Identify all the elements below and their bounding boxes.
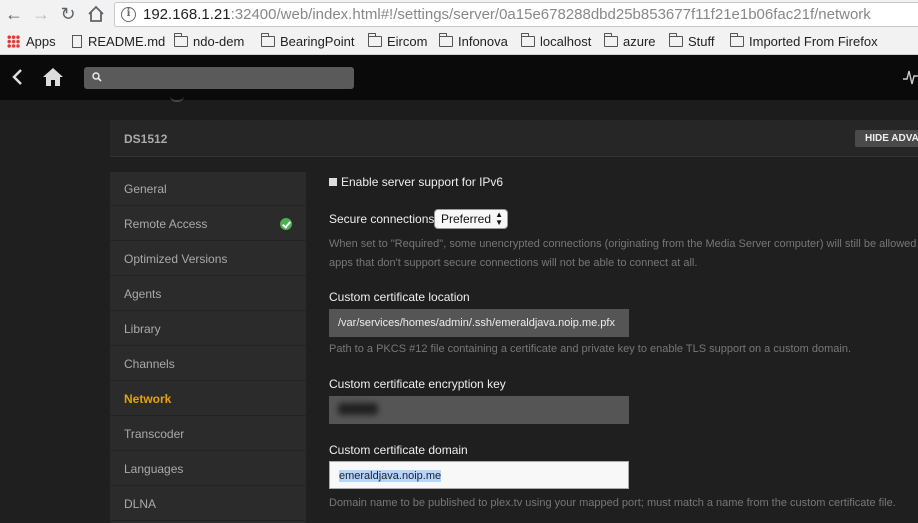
secure-connections-select[interactable]: Preferred ▲ ▼: [434, 209, 508, 229]
folder-icon: [603, 33, 618, 47]
sidebar-item-library[interactable]: Library: [110, 312, 306, 346]
cert-location-label: Custom certificate location: [329, 290, 470, 304]
sidebar-item-network[interactable]: Network: [110, 382, 306, 416]
browser-forward-icon[interactable]: →: [29, 3, 53, 25]
bookmark-ndo-dem[interactable]: ndo-dem: [173, 33, 244, 49]
sidebar-item-dlna[interactable]: DLNA: [110, 487, 306, 521]
url-path: :32400/web/index.html#!/settings/server/…: [230, 6, 871, 23]
bookmark-apps[interactable]: Apps: [7, 34, 56, 49]
ipv6-setting[interactable]: Enable server support for IPv6: [329, 175, 503, 189]
cert-domain-help: Domain name to be published to plex.tv u…: [329, 497, 896, 509]
secure-connections-label: Secure connections: [329, 212, 435, 226]
activity-icon[interactable]: [903, 68, 918, 86]
cert-key-input[interactable]: [329, 396, 629, 424]
cert-domain-input[interactable]: emeraldjava.noip.me: [329, 461, 629, 489]
sidebar-item-general[interactable]: General: [110, 172, 306, 206]
select-arrows-icon: ▲ ▼: [495, 210, 503, 227]
bookmarks-bar: Apps README.md ndo-dem BearingPoint Eirc…: [0, 29, 918, 55]
bookmark-bearingpoint[interactable]: BearingPoint: [260, 33, 354, 49]
folder-icon: [367, 33, 382, 47]
folder-icon: [520, 33, 535, 47]
bookmark-eircom[interactable]: Eircom: [367, 33, 427, 49]
server-header: DS1512 HIDE ADVANCED: [110, 120, 918, 157]
bookmark-azure[interactable]: azure: [603, 33, 656, 49]
bookmark-localhost[interactable]: localhost: [520, 33, 591, 49]
address-bar[interactable]: i 192.168.1.21:32400/web/index.html#!/se…: [114, 2, 918, 27]
sidebar-item-remote-access[interactable]: Remote Access: [110, 207, 306, 241]
network-settings-panel: Enable server support for IPv6 Secure co…: [306, 157, 918, 523]
cert-domain-label: Custom certificate domain: [329, 443, 468, 457]
browser-home-icon[interactable]: [84, 3, 108, 25]
check-icon: [280, 218, 292, 230]
server-name: DS1512: [124, 132, 168, 146]
sidebar-item-transcoder[interactable]: Transcoder: [110, 417, 306, 451]
browser-back-icon[interactable]: ←: [2, 3, 26, 25]
folder-icon: [260, 33, 275, 47]
bookmark-readme[interactable]: README.md: [72, 34, 165, 49]
folder-icon: [668, 33, 683, 47]
cert-location-input[interactable]: /var/services/homes/admin/.ssh/emeraldja…: [329, 309, 629, 337]
folder-icon: [173, 33, 188, 47]
back-chevron-icon[interactable]: [6, 65, 28, 89]
sidebar-item-languages[interactable]: Languages: [110, 452, 306, 486]
bookmark-infonova[interactable]: Infonova: [438, 33, 508, 49]
hide-advanced-button[interactable]: HIDE ADVANCED: [855, 130, 918, 147]
secure-connections-help-2: apps that don't support secure connectio…: [329, 257, 698, 269]
cert-location-help: Path to a PKCS #12 file containing a cer…: [329, 343, 851, 355]
browser-toolbar: ← → ↻ i 192.168.1.21:32400/web/index.htm…: [0, 0, 918, 29]
ipv6-checkbox[interactable]: [329, 178, 337, 186]
redacted-value: [338, 403, 378, 415]
secure-connections-help-1: When set to "Required", some unencrypted…: [329, 238, 917, 250]
reload-icon[interactable]: ↻: [56, 3, 80, 25]
apps-grid-icon: [7, 35, 20, 48]
document-icon: [72, 35, 82, 48]
page-heading-strip: [0, 100, 918, 120]
cert-domain-value: emeraldjava.noip.me: [339, 470, 442, 482]
ipv6-label: Enable server support for IPv6: [341, 175, 504, 189]
sidebar-item-channels[interactable]: Channels: [110, 347, 306, 381]
settings-sidebar: General Remote Access Optimized Versions…: [110, 172, 306, 523]
cert-key-label: Custom certificate encryption key: [329, 377, 506, 391]
search-icon: [92, 72, 102, 82]
search-input[interactable]: [84, 67, 354, 89]
url-host: 192.168.1.21: [143, 6, 231, 23]
sidebar-item-agents[interactable]: Agents: [110, 277, 306, 311]
info-icon[interactable]: i: [121, 7, 136, 22]
home-icon[interactable]: [41, 66, 65, 88]
folder-icon: [729, 33, 744, 47]
bookmark-stuff[interactable]: Stuff: [668, 33, 715, 49]
folder-icon: [438, 33, 453, 47]
bookmark-imported[interactable]: Imported From Firefox: [729, 33, 878, 49]
sidebar-item-optimized-versions[interactable]: Optimized Versions: [110, 242, 306, 276]
app-top-bar: [0, 55, 918, 100]
